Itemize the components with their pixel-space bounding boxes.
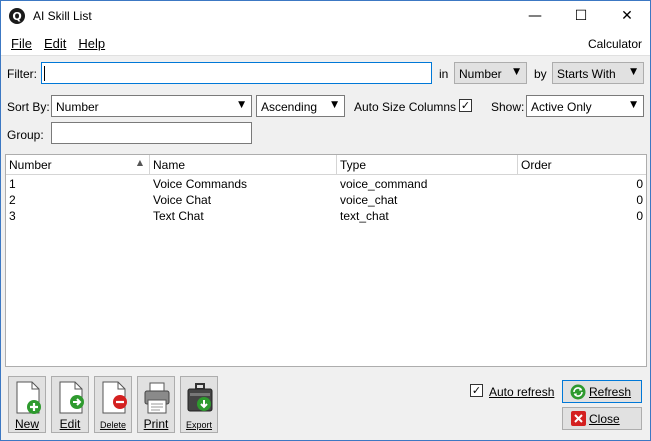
menu-file[interactable]: File (11, 36, 32, 51)
cell-order: 0 (636, 209, 643, 223)
sort-field-value: Number (56, 100, 99, 114)
auto-refresh-label: Auto refresh (489, 385, 555, 399)
close-button[interactable]: Close (562, 407, 642, 430)
show-filter-select[interactable]: Active Only ▼ (526, 95, 644, 117)
chevron-down-icon: ▼ (238, 100, 245, 110)
show-filter-value: Active Only (531, 100, 592, 114)
table-header: Number ▲ Name Type Order (6, 155, 646, 175)
cell-order: 0 (636, 177, 643, 191)
maximize-button[interactable]: ☐ (558, 1, 604, 31)
edit-label: Edit (59, 417, 81, 431)
cell-type: voice_chat (340, 193, 398, 207)
close-x-icon (571, 411, 586, 426)
table-row[interactable]: 1 Voice Commands voice_command 0 (6, 176, 646, 192)
printer-icon (144, 382, 170, 414)
new-document-icon (16, 381, 41, 414)
new-button[interactable]: New (8, 376, 46, 433)
sort-direction-value: Ascending (261, 100, 318, 114)
column-header-type[interactable]: Type (337, 155, 518, 174)
refresh-button[interactable]: Refresh (562, 380, 642, 403)
table-row[interactable]: 2 Voice Chat voice_chat 0 (6, 192, 646, 208)
minimize-button[interactable]: — (512, 1, 558, 31)
title-bar[interactable]: Q AI Skill List — ☐ ✕ (1, 1, 650, 31)
export-briefcase-icon (187, 383, 213, 412)
chevron-down-icon: ▼ (513, 67, 520, 77)
text-caret (44, 66, 45, 81)
chevron-down-icon: ▼ (630, 100, 637, 110)
group-input[interactable] (51, 122, 252, 144)
edit-document-icon (59, 381, 84, 414)
sort-field-select[interactable]: Number ▼ (51, 95, 252, 117)
filter-input[interactable] (41, 62, 432, 84)
cell-name: Voice Commands (153, 177, 248, 191)
chevron-down-icon: ▼ (630, 67, 637, 77)
cell-order: 0 (636, 193, 643, 207)
column-header-order[interactable]: Order (518, 155, 646, 174)
filter-by-label: by (534, 67, 547, 81)
menu-edit[interactable]: Edit (44, 36, 66, 51)
calculator-link[interactable]: Calculator (588, 37, 642, 51)
filter-field-select[interactable]: Number ▼ (454, 62, 527, 84)
sort-by-label: Sort By: (7, 100, 50, 114)
print-label: Print (143, 417, 169, 431)
cell-number: 2 (9, 193, 16, 207)
refresh-label: Refresh (589, 385, 632, 399)
print-button[interactable]: Print (137, 376, 175, 433)
sort-direction-select[interactable]: Ascending ▼ (256, 95, 345, 117)
auto-size-columns-checkbox[interactable]: ✓ (459, 99, 472, 112)
close-label: Close (589, 412, 620, 426)
cell-number: 3 (9, 209, 16, 223)
sort-ascending-icon: ▲ (136, 158, 143, 167)
group-label: Group: (7, 128, 44, 142)
auto-refresh-checkbox[interactable]: ✓ (470, 384, 483, 397)
delete-label: Delete (99, 420, 126, 430)
filter-in-label: in (439, 67, 449, 81)
column-header-name[interactable]: Name (150, 155, 337, 174)
refresh-icon (570, 384, 586, 400)
filter-mode-value: Starts With (557, 67, 616, 81)
menu-help[interactable]: Help (78, 36, 105, 51)
close-window-button[interactable]: ✕ (604, 1, 650, 31)
new-label: New (14, 417, 39, 431)
export-label: Export (185, 420, 212, 430)
export-button[interactable]: Export (180, 376, 218, 433)
cell-type: text_chat (340, 209, 389, 223)
auto-size-columns-label: Auto Size Columns (354, 100, 457, 114)
filter-mode-select[interactable]: Starts With ▼ (552, 62, 644, 84)
cell-name: Voice Chat (153, 193, 212, 207)
ai-skill-list-window: Q AI Skill List — ☐ ✕ File Edit Help Cal… (0, 0, 651, 441)
skill-table[interactable]: Number ▲ Name Type Order 1 Voice Command… (5, 154, 647, 367)
window-title: AI Skill List (33, 9, 92, 23)
chevron-down-icon: ▼ (331, 100, 338, 110)
column-header-number[interactable]: Number ▲ (6, 155, 150, 174)
show-label: Show: (491, 100, 525, 114)
table-row[interactable]: 3 Text Chat text_chat 0 (6, 208, 646, 224)
edit-button[interactable]: Edit (51, 376, 89, 433)
menu-bar: File Edit Help Calculator (1, 31, 650, 56)
cell-name: Text Chat (153, 209, 204, 223)
app-logo-icon: Q (9, 8, 25, 24)
cell-number: 1 (9, 177, 16, 191)
filter-field-value: Number (459, 67, 502, 81)
cell-type: voice_command (340, 177, 428, 191)
delete-document-icon (102, 381, 127, 414)
delete-button[interactable]: Delete (94, 376, 132, 433)
filter-label: Filter: (7, 67, 37, 81)
